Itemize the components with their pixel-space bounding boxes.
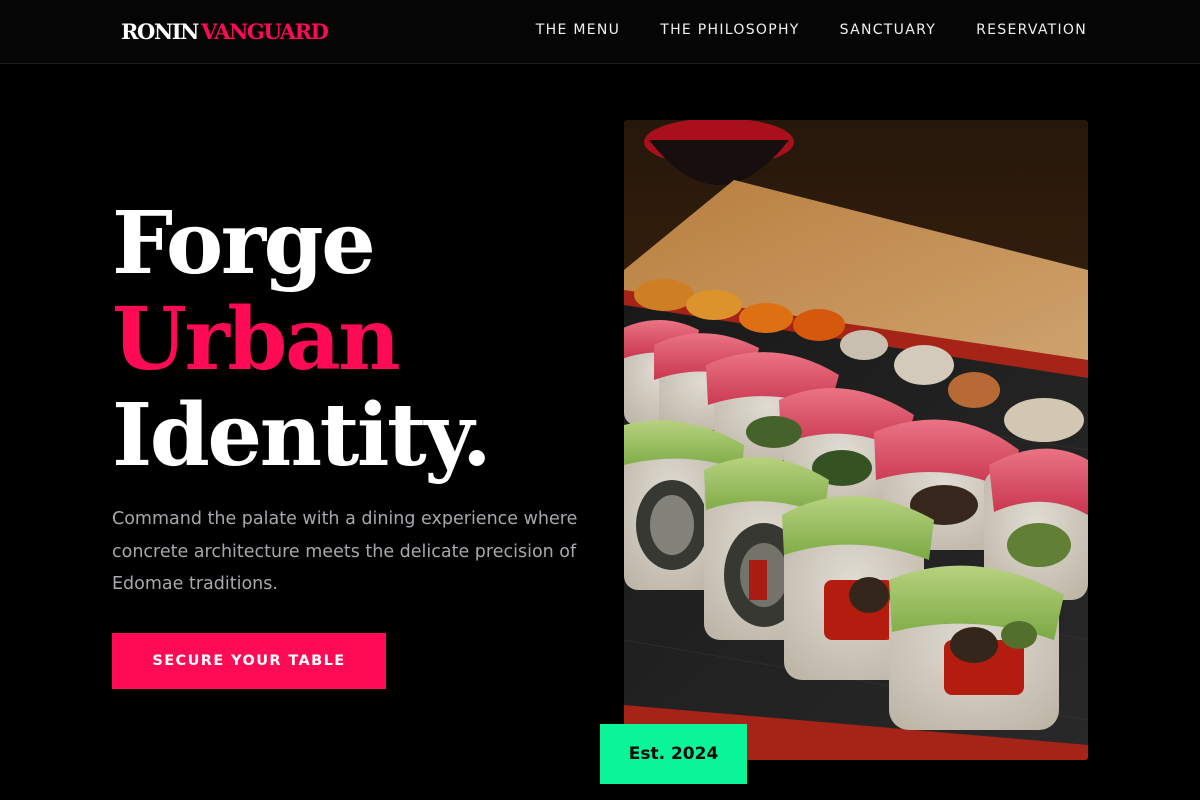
headline-line-2: Urban [112, 289, 401, 390]
hero-sushi-image [624, 120, 1088, 760]
headline-line-3: Identity. [112, 385, 492, 486]
brand-logo-part2: VANGUARD [200, 19, 329, 44]
nav-link-reservation[interactable]: RESERVATION [976, 22, 1087, 38]
established-badge: Est. 2024 [600, 724, 747, 784]
hero-headline: Forge Urban Identity. [112, 193, 492, 486]
hero-subtitle: Command the palate with a dining experie… [112, 509, 578, 594]
top-nav: RONIN VANGUARD THE MENU THE PHILOSOPHY SA… [0, 0, 1200, 64]
nav-link-philosophy[interactable]: THE PHILOSOPHY [660, 22, 799, 38]
headline-line-1: Forge [112, 193, 376, 294]
brand-logo[interactable]: RONIN VANGUARD [121, 19, 329, 44]
nav-links: THE MENU THE PHILOSOPHY SANCTUARY RESERV… [536, 22, 1087, 38]
secure-table-button[interactable]: SECURE YOUR TABLE [112, 633, 386, 689]
brand-logo-part1: RONIN [121, 19, 199, 44]
nav-link-menu[interactable]: THE MENU [536, 22, 620, 38]
nav-link-sanctuary[interactable]: SANCTUARY [840, 22, 936, 38]
